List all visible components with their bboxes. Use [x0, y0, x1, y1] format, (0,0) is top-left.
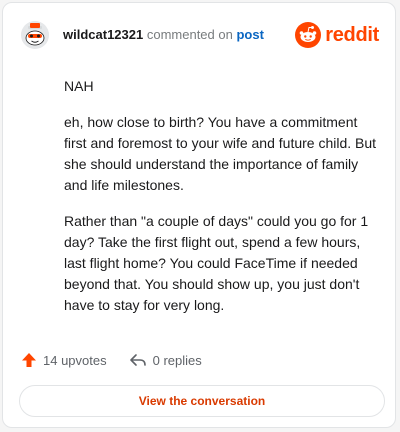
username-link[interactable]: wildcat12321 — [63, 27, 143, 42]
comment-body: NAH eh, how close to birth? You have a c… — [64, 76, 378, 331]
comment-paragraph: NAH — [64, 78, 94, 94]
view-conversation-button[interactable]: View the conversation — [19, 385, 385, 417]
comment-paragraph: eh, how close to birth? You have a commi… — [64, 114, 377, 193]
comment-card: wildcat12321 commented on post reddit NA… — [2, 2, 396, 428]
reply-count: 0 replies — [152, 352, 202, 368]
comment-header: wildcat12321 commented on post reddit — [21, 21, 379, 53]
comment-actions: 14 upvotes 0 replies — [21, 349, 224, 371]
comment-paragraph: Rather than "a couple of days" could you… — [64, 213, 369, 313]
brand-wordmark: reddit — [325, 23, 379, 46]
comment-meta: wildcat12321 commented on post — [63, 27, 264, 42]
arrow-up-icon — [22, 353, 36, 367]
upvote-button[interactable]: 14 upvotes — [21, 352, 107, 368]
reply-button[interactable]: 0 replies — [129, 352, 202, 368]
reddit-logo[interactable]: reddit — [295, 21, 379, 49]
avatar-snoo-icon — [21, 21, 49, 49]
upvote-count: 14 upvotes — [43, 352, 107, 368]
meta-verb: commented on — [146, 27, 233, 42]
reply-arrow-icon — [129, 354, 146, 366]
user-avatar[interactable] — [21, 21, 49, 49]
post-link[interactable]: post — [236, 27, 263, 42]
reddit-snoo-icon — [295, 22, 322, 48]
